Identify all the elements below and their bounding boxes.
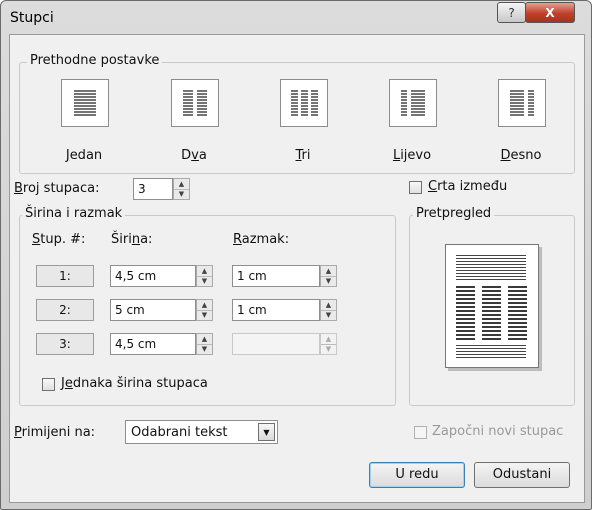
preview-column-2 [482, 286, 501, 340]
spin-down-icon: ▼ [325, 345, 332, 353]
width-header: Širina: [111, 232, 153, 247]
preset-left-label[interactable]: Lijevo [372, 148, 452, 163]
spin-down-icon[interactable]: ▼ [197, 276, 212, 286]
column-1-width-spinner[interactable]: ▲ ▼ [196, 265, 213, 287]
dialog-body: Prethodne postavke Jedan Dva Tri Lijevo … [9, 34, 585, 503]
spin-down-icon[interactable]: ▼ [321, 310, 336, 320]
num-columns-input[interactable]: 3 [133, 178, 173, 200]
num-columns-label: Broj stupaca: [14, 181, 100, 196]
two-columns-icon [183, 90, 207, 116]
close-icon: X [545, 5, 555, 20]
ok-button[interactable]: U redu [369, 462, 465, 488]
column-2-spacing-spinner[interactable]: ▲ ▼ [320, 299, 337, 321]
equal-width-checkbox[interactable] [42, 378, 55, 391]
preset-two-button[interactable] [171, 79, 219, 127]
column-1-button[interactable]: 1: [36, 265, 94, 287]
three-columns-icon [291, 90, 318, 116]
column-2-button[interactable]: 2: [36, 299, 94, 321]
line-between-checkbox[interactable] [409, 181, 422, 194]
column-1-spacing-spinner[interactable]: ▲ ▼ [320, 265, 337, 287]
dialog-window: Stupci ? X Prethodne postavke Jedan Dva … [0, 0, 592, 510]
one-column-icon [74, 90, 96, 116]
equal-width-label[interactable]: Jednaka širina stupaca [61, 376, 208, 391]
preset-three-label[interactable]: Tri [263, 148, 343, 163]
left-columns-icon [401, 90, 425, 116]
preview-column-1 [456, 286, 475, 340]
spin-down-icon[interactable]: ▼ [321, 276, 336, 286]
dialog-title: Stupci [10, 10, 54, 26]
preview-page [445, 244, 539, 368]
spin-down-icon[interactable]: ▼ [197, 310, 212, 320]
preset-one-label[interactable]: Jedan [44, 148, 124, 163]
col-number-header: Stup. #: [32, 232, 86, 247]
column-2-width-spinner[interactable]: ▲ ▼ [196, 299, 213, 321]
start-new-column-checkbox [414, 426, 427, 439]
apply-to-value: Odabrani tekst [131, 425, 228, 440]
preset-one-button[interactable] [61, 79, 109, 127]
column-2-spacing-input[interactable]: 1 cm [232, 299, 320, 321]
column-3-button[interactable]: 3: [36, 333, 94, 355]
title-bar: Stupci ? X [1, 1, 591, 35]
apply-to-label: Primijeni na: [14, 425, 96, 440]
presets-group-label: Prethodne postavke [27, 53, 163, 68]
spin-down-icon[interactable]: ▼ [174, 189, 189, 199]
column-1-spacing-input[interactable]: 1 cm [232, 265, 320, 287]
start-new-column-label: Započni novi stupac [432, 424, 564, 439]
column-1-width-input[interactable]: 4,5 cm [110, 265, 196, 287]
column-3-width-spinner[interactable]: ▲ ▼ [196, 333, 213, 355]
width-spacing-label: Širina i razmak [22, 206, 126, 221]
preset-two-label[interactable]: Dva [154, 148, 234, 163]
dropdown-arrow-icon[interactable]: ▼ [258, 423, 275, 441]
line-between-label[interactable]: Crta između [428, 179, 507, 194]
spin-down-icon[interactable]: ▼ [197, 344, 212, 354]
close-button[interactable]: X [525, 2, 575, 23]
column-3-width-input[interactable]: 4,5 cm [110, 333, 196, 355]
preset-three-button[interactable] [280, 79, 328, 127]
preview-column-3 [508, 286, 527, 340]
apply-to-dropdown[interactable]: Odabrani tekst ▼ [125, 420, 278, 444]
column-2-width-input[interactable]: 5 cm [110, 299, 196, 321]
help-button[interactable]: ? [497, 2, 526, 23]
right-columns-icon [510, 90, 534, 116]
preset-right-label[interactable]: Desno [481, 148, 561, 163]
help-icon: ? [508, 5, 515, 20]
column-3-spacing-input-disabled [232, 333, 320, 355]
preset-right-button[interactable] [498, 79, 546, 127]
cancel-button[interactable]: Odustani [474, 462, 570, 488]
preview-label: Pretpregled [413, 206, 495, 221]
spacing-header: Razmak: [233, 232, 290, 247]
column-3-spacing-spinner-disabled: ▲ ▼ [320, 333, 337, 355]
preset-left-button[interactable] [389, 79, 437, 127]
num-columns-spinner[interactable]: ▲ ▼ [173, 178, 190, 200]
